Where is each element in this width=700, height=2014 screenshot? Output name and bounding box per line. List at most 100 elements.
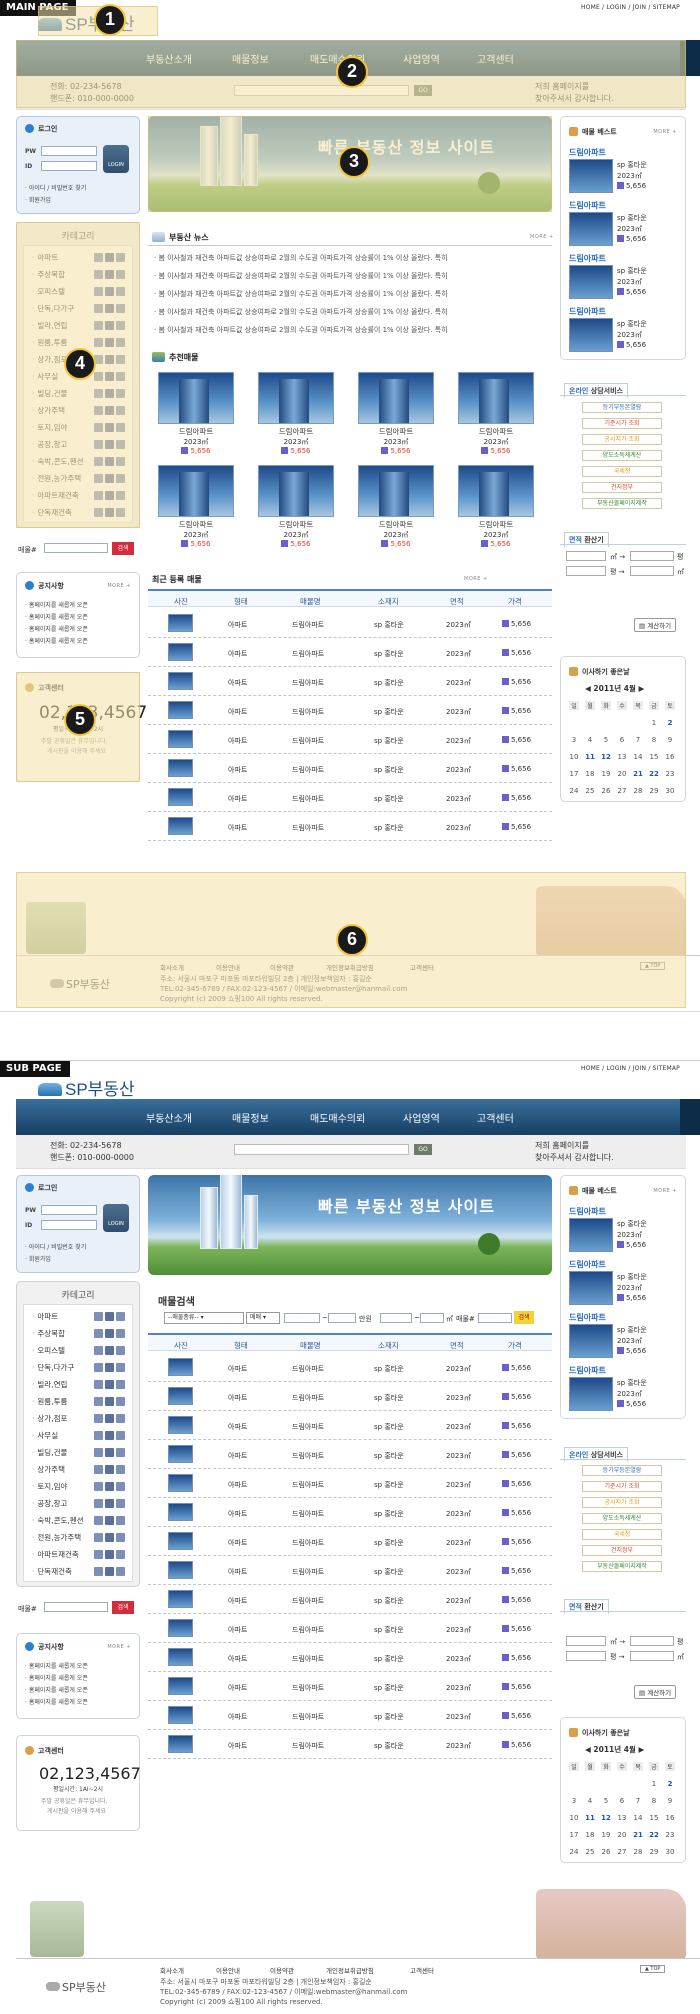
id-field[interactable]: [41, 161, 97, 171]
join-link[interactable]: · 회원가입: [25, 1254, 51, 1263]
notice-item[interactable]: · 홈페이지를 새롭게 오픈: [25, 1661, 88, 1670]
login-button[interactable]: LOGIN: [103, 1204, 129, 1232]
calendar-day[interactable]: 26: [599, 787, 613, 795]
category-item[interactable]: 아파트: [32, 252, 58, 263]
calendar-day[interactable]: 11: [583, 1814, 597, 1822]
best-item[interactable]: 드림아파트 sp 홍타운 2023㎡ 5,656: [569, 1365, 649, 1411]
category-buy-icon[interactable]: [94, 321, 103, 330]
calendar-day[interactable]: 4: [583, 1797, 597, 1805]
notice-item[interactable]: · 홈페이지를 새롭게 오픈: [25, 624, 88, 633]
calendar-day[interactable]: 22: [647, 770, 661, 778]
price-min-input[interactable]: [284, 1313, 320, 1323]
best-item-name[interactable]: 드림아파트: [569, 1312, 649, 1323]
category-buy-icon[interactable]: [94, 253, 103, 262]
listing-thumbnail[interactable]: [168, 1358, 193, 1376]
listing-name[interactable]: 드림아파트: [292, 1596, 324, 1606]
recommend-card[interactable]: 드림아파트 2023㎡ 5,656: [158, 372, 234, 455]
category-rent-icon[interactable]: [105, 474, 114, 483]
footer-link-support[interactable]: 고객센터: [410, 962, 434, 972]
category-item[interactable]: 아파트재건축: [32, 1549, 78, 1560]
category-lease-icon[interactable]: [116, 1550, 125, 1559]
calendar-day[interactable]: 20: [615, 1831, 629, 1839]
listing-thumbnail[interactable]: [168, 1648, 193, 1666]
listing-photo[interactable]: [258, 372, 334, 424]
best-more-link[interactable]: MORE +: [653, 129, 677, 135]
category-buy-icon[interactable]: [94, 457, 103, 466]
nav-item-business[interactable]: 사업영역: [403, 51, 440, 66]
category-buy-icon[interactable]: [94, 270, 103, 279]
best-more-link[interactable]: MORE +: [653, 1188, 677, 1194]
category-lease-icon[interactable]: [116, 321, 125, 330]
footer-link-company[interactable]: 회사소개: [160, 962, 184, 972]
category-item[interactable]: 단독,다가구: [32, 1362, 74, 1373]
category-lease-icon[interactable]: [116, 355, 125, 364]
password-field[interactable]: [41, 1205, 97, 1215]
best-item-photo[interactable]: [569, 212, 613, 246]
calendar-day[interactable]: 12: [599, 1814, 613, 1822]
calendar-day[interactable]: 7: [631, 736, 645, 744]
news-item[interactable]: · 봄 이사철과 재건축 아파트값 상승여파로 2월의 수도권 아파트가격 상승…: [154, 325, 549, 335]
category-rent-icon[interactable]: [105, 423, 114, 432]
online-service-button[interactable]: 국세청: [582, 1529, 662, 1540]
category-lease-icon[interactable]: [116, 1312, 125, 1321]
calendar-day[interactable]: 23: [663, 1831, 677, 1839]
category-buy-icon[interactable]: [94, 1516, 103, 1525]
category-lease-icon[interactable]: [116, 1414, 125, 1423]
category-lease-icon[interactable]: [116, 1567, 125, 1576]
nav-item-support[interactable]: 고객센터: [477, 1110, 514, 1125]
category-item[interactable]: 빌라,연립: [32, 320, 67, 331]
category-buy-icon[interactable]: [94, 1431, 103, 1440]
best-item-photo[interactable]: [569, 1218, 613, 1252]
calendar-day[interactable]: 17: [567, 770, 581, 778]
recommend-card[interactable]: 드림아파트 2023㎡ 5,656: [358, 465, 434, 548]
footer-link-guide[interactable]: 이용안내: [216, 1965, 240, 1975]
best-item[interactable]: 드림아파트 sp 홍타운 2023㎡ 5,656: [569, 1206, 649, 1252]
category-lease-icon[interactable]: [116, 1346, 125, 1355]
calendar-day[interactable]: 25: [583, 1848, 597, 1856]
table-row[interactable]: 아파트 드림아파트 sp 홍타운 2023㎡ 5,656: [148, 1440, 552, 1469]
recommend-card[interactable]: 드림아파트 2023㎡ 5,656: [158, 465, 234, 548]
nav-item-company[interactable]: 부동산소개: [146, 1110, 192, 1125]
category-rent-icon[interactable]: [105, 508, 114, 517]
table-row[interactable]: 아파트 드림아파트 sp 홍타운 2023㎡ 5,656: [148, 1614, 552, 1643]
calendar-day[interactable]: 28: [631, 787, 645, 795]
recommend-card[interactable]: 드림아파트 2023㎡ 5,656: [258, 372, 334, 455]
table-row[interactable]: 아파트 드림아파트 sp 홍타운 2023㎡ 5,656: [148, 609, 552, 638]
listing-thumbnail[interactable]: [168, 672, 193, 690]
listing-photo[interactable]: [458, 465, 534, 517]
best-item[interactable]: 드림아파트 sp 홍타운 2023㎡ 5,656: [569, 253, 649, 299]
online-service-button[interactable]: 공시지가 조회: [582, 434, 662, 445]
table-row[interactable]: 아파트 드림아파트 sp 홍타운 2023㎡ 5,656: [148, 1469, 552, 1498]
category-item[interactable]: 주상복합: [32, 269, 65, 280]
category-buy-icon[interactable]: [94, 1448, 103, 1457]
category-rent-icon[interactable]: [105, 1533, 114, 1542]
category-rent-icon[interactable]: [105, 440, 114, 449]
category-item[interactable]: 오피스텔: [32, 286, 65, 297]
category-rent-icon[interactable]: [105, 287, 114, 296]
footer-link-terms[interactable]: 이용약관: [270, 962, 294, 972]
table-row[interactable]: 아파트 드림아파트 sp 홍타운 2023㎡ 5,656: [148, 1672, 552, 1701]
category-buy-icon[interactable]: [94, 1363, 103, 1372]
calendar-day[interactable]: 30: [663, 1848, 677, 1856]
category-lease-icon[interactable]: [116, 508, 125, 517]
online-service-button[interactable]: 기준시가 조회: [582, 418, 662, 429]
calendar-day[interactable]: 10: [567, 1814, 581, 1822]
category-item[interactable]: 숙박,콘도,펜션: [32, 456, 83, 467]
calendar-day[interactable]: 2: [663, 719, 677, 727]
calendar-day[interactable]: 24: [567, 1848, 581, 1856]
category-rent-icon[interactable]: [105, 1567, 114, 1576]
category-lease-icon[interactable]: [116, 304, 125, 313]
product-search-button[interactable]: 검색: [112, 542, 134, 555]
best-item[interactable]: 드림아파트 sp 홍타운 2023㎡ 5,656: [569, 1312, 649, 1358]
notice-item[interactable]: · 홈페이지를 새롭게 오픈: [25, 1685, 88, 1694]
category-lease-icon[interactable]: [116, 1482, 125, 1491]
listing-thumbnail[interactable]: [168, 1619, 193, 1637]
listing-search-button[interactable]: 검색: [514, 1311, 534, 1324]
news-item[interactable]: · 봄 이사철과 재건축 아파트값 상승여파로 2월의 수도권 아파트가격 상승…: [154, 271, 549, 281]
best-item[interactable]: 드림아파트 sp 홍타운 2023㎡ 5,656: [569, 200, 649, 246]
calendar-day[interactable]: 12: [599, 753, 613, 761]
category-item[interactable]: 주상복합: [32, 1328, 65, 1339]
listing-name[interactable]: 드림아파트: [292, 678, 324, 688]
calendar-day[interactable]: 2: [663, 1780, 677, 1788]
calendar-day[interactable]: 21: [631, 1831, 645, 1839]
